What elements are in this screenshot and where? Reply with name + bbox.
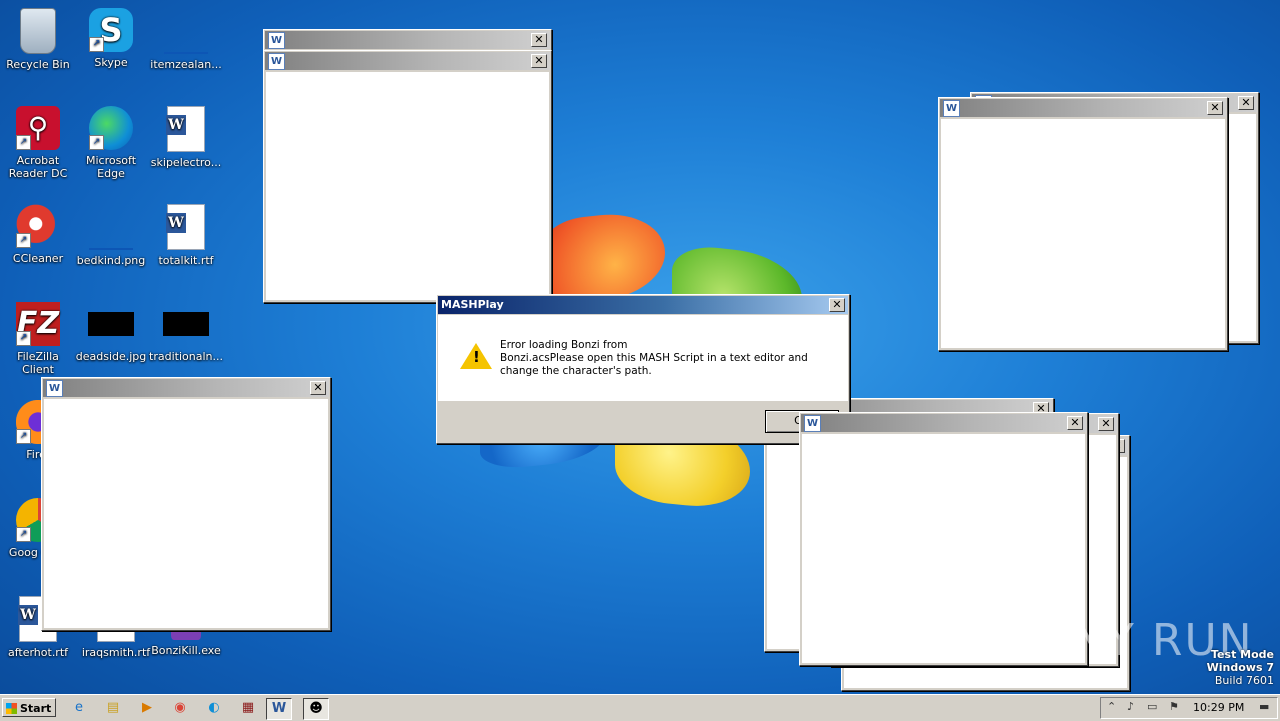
desktop-icon-label: skipelectro... bbox=[150, 156, 222, 169]
word-icon[interactable]: W bbox=[266, 698, 292, 720]
desktop-icon-itemzealan[interactable]: itemzealan... bbox=[148, 8, 224, 71]
explorer-icon[interactable]: ▤ bbox=[101, 698, 125, 718]
close-button[interactable]: ✕ bbox=[1207, 101, 1223, 115]
image-file-icon bbox=[163, 312, 209, 336]
desktop-icon-label: CCleaner bbox=[12, 252, 64, 265]
dialog-message: Error loading Bonzi from Bonzi.acsPlease… bbox=[500, 339, 835, 378]
desktop-icon-traditionaln[interactable]: traditionaln... bbox=[148, 302, 224, 363]
window-client bbox=[266, 72, 549, 300]
blank-window[interactable]: W✕ bbox=[41, 377, 331, 631]
winrar-icon[interactable]: ▦ bbox=[236, 698, 260, 718]
dialog-titlebar[interactable]: MASHPlay ✕ bbox=[438, 296, 848, 314]
skype-icon: S ↗ bbox=[89, 8, 133, 52]
word-icon: W bbox=[804, 415, 821, 432]
desktop-icon-label: BonziKill.exe bbox=[151, 644, 221, 657]
desktop-icon-label: bedkind.png bbox=[76, 254, 146, 267]
close-button[interactable]: ✕ bbox=[310, 381, 326, 395]
system-tray: ⌃ ♪ ▭ ⚑ 10:29 PM ▬ bbox=[1100, 697, 1278, 719]
desktop-icon-label: totalkit.rtf bbox=[158, 254, 214, 267]
show-desktop-icon[interactable]: ▬ bbox=[1259, 700, 1269, 713]
ccleaner-icon: ↗ bbox=[16, 204, 60, 248]
desktop-icon-deadside[interactable]: deadside.jpg bbox=[73, 302, 149, 363]
flag-icon[interactable]: ⚑ bbox=[1169, 700, 1179, 713]
desktop-icon-skype[interactable]: S ↗ Skype bbox=[73, 8, 149, 69]
ie-icon[interactable]: e bbox=[67, 698, 91, 718]
desktop-icon-label: deadside.jpg bbox=[75, 350, 147, 363]
blank-window[interactable]: W✕ bbox=[263, 50, 552, 303]
close-button[interactable]: ✕ bbox=[531, 54, 547, 68]
desktop-icon-label: iraqsmith.rtf bbox=[81, 646, 151, 659]
test-mode-watermark: Test Mode Windows 7 Build 7601 bbox=[1207, 648, 1274, 687]
image-file-icon bbox=[88, 312, 134, 336]
window-client bbox=[44, 399, 328, 628]
warning-icon: ! bbox=[460, 343, 492, 369]
word-icon: W bbox=[943, 100, 960, 117]
close-button[interactable]: ✕ bbox=[1098, 417, 1114, 431]
os-label: Windows 7 bbox=[1206, 661, 1274, 674]
close-button[interactable]: ✕ bbox=[1067, 416, 1083, 430]
desktop-icon-edge[interactable]: ↗ Microsoft Edge bbox=[73, 106, 149, 180]
clock[interactable]: 10:29 PM bbox=[1193, 698, 1244, 718]
window-titlebar[interactable]: W✕ bbox=[43, 379, 329, 397]
desktop-icon-label: Recycle Bin bbox=[6, 58, 70, 71]
desktop-icon-label: FileZilla Client bbox=[17, 350, 59, 376]
desktop-icon-label: itemzealan... bbox=[150, 58, 222, 71]
close-button[interactable]: ✕ bbox=[829, 298, 845, 312]
desktop-icon-bedkind[interactable]: bedkind.png bbox=[73, 204, 149, 267]
mashplay-icon[interactable]: ☻ bbox=[303, 698, 329, 720]
mashplay-dialog[interactable]: MASHPlay ✕ ! Error loading Bonzi from Bo… bbox=[436, 294, 850, 444]
desktop-icon-label: Microsoft Edge bbox=[85, 154, 137, 180]
image-file-icon bbox=[164, 8, 208, 54]
desktop-icon-skipelectro[interactable]: W skipelectro... bbox=[148, 106, 224, 169]
dialog-message-line1: Error loading Bonzi from bbox=[500, 339, 628, 351]
edge-icon[interactable]: ◐ bbox=[202, 698, 226, 718]
window-titlebar[interactable]: W✕ bbox=[801, 414, 1086, 432]
word-doc-icon: W bbox=[166, 204, 205, 250]
close-button[interactable]: ✕ bbox=[531, 33, 547, 47]
recycle-bin-icon bbox=[20, 8, 56, 54]
chrome-icon[interactable]: ◉ bbox=[168, 698, 192, 718]
dialog-body: ! Error loading Bonzi from Bonzi.acsPlea… bbox=[438, 315, 848, 401]
window-titlebar[interactable]: W✕ bbox=[265, 31, 550, 49]
desktop-icon-recycle-bin[interactable]: Recycle Bin bbox=[0, 8, 76, 71]
desktop-icon-totalkit[interactable]: W totalkit.rtf bbox=[148, 204, 224, 267]
window-titlebar[interactable]: W✕ bbox=[265, 52, 550, 70]
volume-icon[interactable]: ♪ bbox=[1127, 700, 1134, 713]
edge-icon: ↗ bbox=[89, 106, 133, 150]
media-player-icon[interactable]: ▶ bbox=[135, 698, 159, 718]
build-label: Build 7601 bbox=[1214, 674, 1274, 687]
desktop-icon-ccleaner[interactable]: ↗ CCleaner bbox=[0, 204, 76, 265]
image-file-icon bbox=[89, 204, 133, 250]
windows-flag-icon bbox=[6, 703, 17, 714]
desktop-icon-filezilla[interactable]: FZ ↗ FileZilla Client bbox=[0, 302, 76, 376]
start-button[interactable]: Start bbox=[2, 698, 56, 717]
desktop-icon-acrobat[interactable]: ⚲ ↗ Acrobat Reader DC bbox=[0, 106, 76, 180]
window-client bbox=[941, 119, 1225, 348]
test-mode-label: Test Mode bbox=[1211, 648, 1274, 661]
start-label: Start bbox=[20, 702, 52, 715]
dialog-message-line2: Bonzi.acsPlease open this MASH Script in… bbox=[500, 352, 808, 377]
word-icon: W bbox=[268, 32, 285, 49]
desktop-icon-label: afterhot.rtf bbox=[7, 646, 69, 659]
desktop-icon-label: traditionaln... bbox=[149, 350, 223, 363]
filezilla-icon: FZ ↗ bbox=[16, 302, 60, 346]
desktop-icon-label: Acrobat Reader DC bbox=[8, 154, 68, 180]
close-button[interactable]: ✕ bbox=[1238, 96, 1254, 110]
blank-window[interactable]: W✕ bbox=[938, 97, 1228, 351]
taskbar: Start e ▤ ▶ ◉ ◐ ▦ W ☻ ⌃ ♪ ▭ ⚑ 10:29 PM ▬ bbox=[0, 694, 1280, 721]
desktop-icon-label: Skype bbox=[94, 56, 128, 69]
acrobat-icon: ⚲ ↗ bbox=[16, 106, 60, 150]
network-icon[interactable]: ▭ bbox=[1147, 700, 1157, 713]
word-icon: W bbox=[46, 380, 63, 397]
dialog-title: MASHPlay bbox=[441, 298, 504, 311]
word-icon: W bbox=[268, 53, 285, 70]
word-doc-icon: W bbox=[166, 106, 205, 152]
window-titlebar[interactable]: W✕ bbox=[940, 99, 1226, 117]
chevron-up-icon[interactable]: ⌃ bbox=[1107, 700, 1116, 713]
